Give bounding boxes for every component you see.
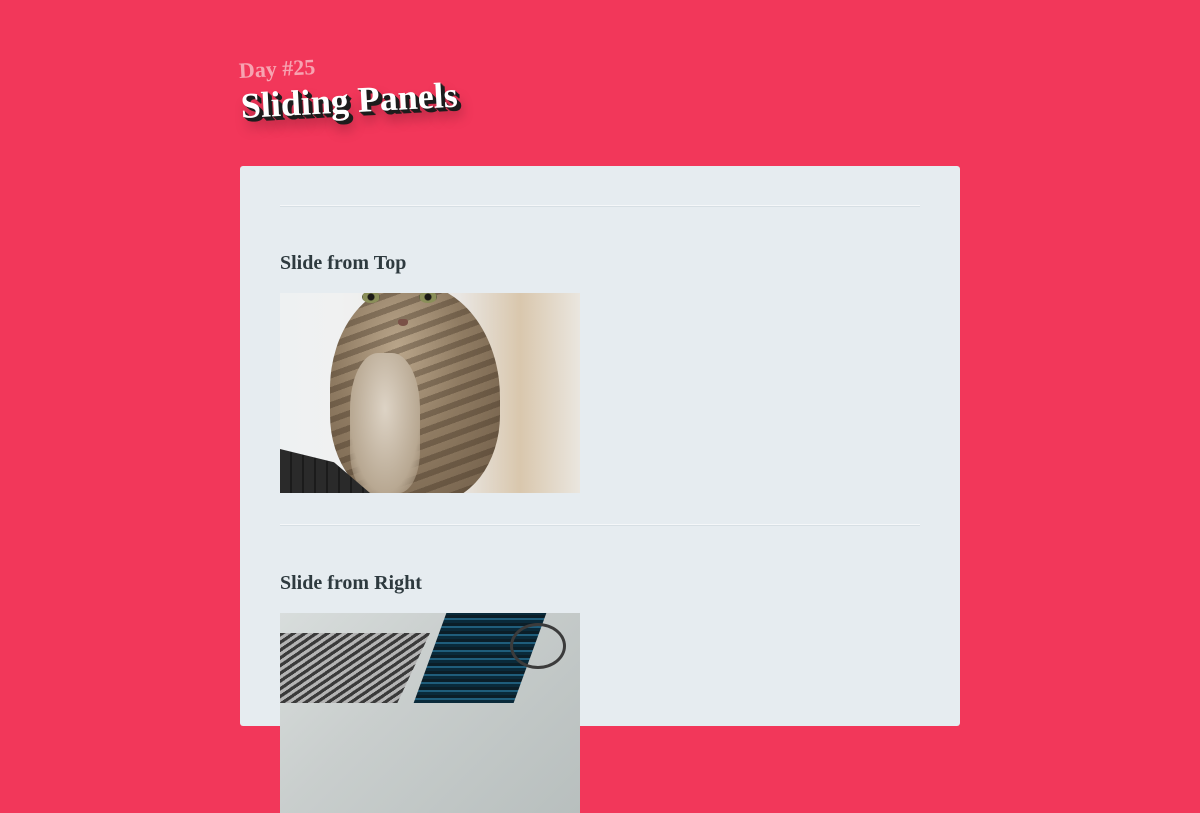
section-slide-from-right: Slide from Right [280,526,920,813]
cat-chest [350,353,420,493]
laptop-photo[interactable] [280,613,580,813]
section-heading: Slide from Right [280,572,422,594]
section-heading: Slide from Top [280,252,407,274]
cat-photo[interactable] [280,293,580,493]
cable [510,623,566,669]
content-panel: Slide from Top Slide from Right [240,166,960,813]
section-slide-from-top: Slide from Top [280,207,920,493]
page-title: Sliding Panels [239,74,459,126]
cat-nose [398,319,408,326]
page-header: Day #25 Sliding Panels [238,47,458,126]
